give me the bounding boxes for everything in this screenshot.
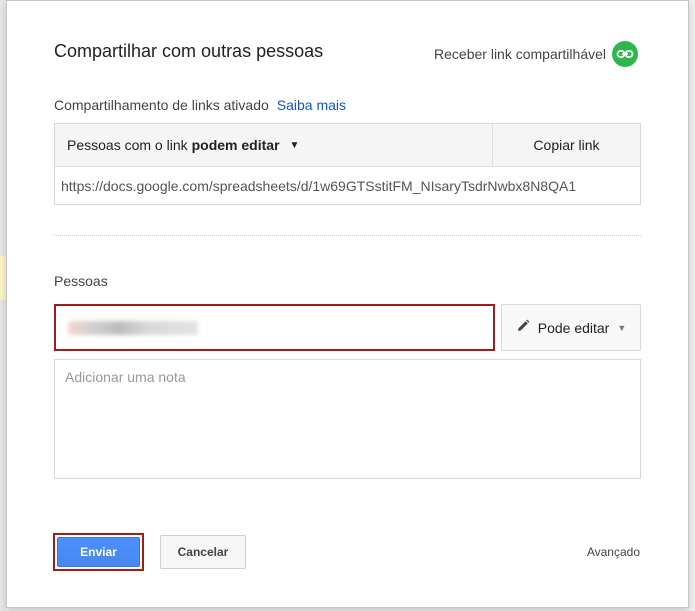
- people-label: Pessoas: [54, 273, 108, 289]
- link-sharing-status: Compartilhamento de links ativado Saiba m…: [54, 97, 346, 113]
- people-permission-label: Pode editar: [537, 319, 610, 336]
- share-url-field[interactable]: https://docs.google.com/spreadsheets/d/1…: [55, 167, 640, 205]
- get-link-label: Receber link compartilhável: [434, 46, 606, 62]
- link-permission-value: podem editar: [191, 137, 280, 153]
- link-permission-dropdown[interactable]: Pessoas com o link podem editar ▼: [55, 124, 492, 166]
- link-sharing-box: Pessoas com o link podem editar ▼ Copiar…: [54, 123, 641, 205]
- advanced-link[interactable]: Avançado: [587, 545, 640, 559]
- link-permission-prefix: Pessoas com o link: [67, 137, 188, 153]
- cancel-button[interactable]: Cancelar: [160, 535, 246, 569]
- pencil-icon: [516, 319, 530, 336]
- share-dialog: Compartilhar com outras pessoas Receber …: [6, 0, 689, 608]
- link-sharing-status-text: Compartilhamento de links ativado: [54, 97, 269, 113]
- learn-more-link[interactable]: Saiba mais: [277, 97, 346, 113]
- people-permission-dropdown[interactable]: Pode editar ▼: [501, 304, 641, 351]
- people-input[interactable]: [54, 304, 495, 351]
- link-sharing-header: Pessoas com o link podem editar ▼ Copiar…: [55, 124, 640, 167]
- copy-link-button[interactable]: Copiar link: [492, 124, 640, 166]
- chevron-down-icon: ▼: [289, 139, 300, 151]
- note-textarea[interactable]: Adicionar uma nota: [54, 359, 641, 479]
- send-button-highlight: Enviar: [53, 533, 144, 571]
- chevron-down-icon: ▼: [617, 322, 627, 333]
- link-icon[interactable]: [612, 41, 638, 67]
- send-button[interactable]: Enviar: [57, 537, 140, 567]
- section-divider: [54, 235, 641, 236]
- get-shareable-link-button[interactable]: Receber link compartilhável: [434, 41, 638, 67]
- dialog-title: Compartilhar com outras pessoas: [54, 41, 324, 61]
- redacted-recipient: [68, 320, 198, 335]
